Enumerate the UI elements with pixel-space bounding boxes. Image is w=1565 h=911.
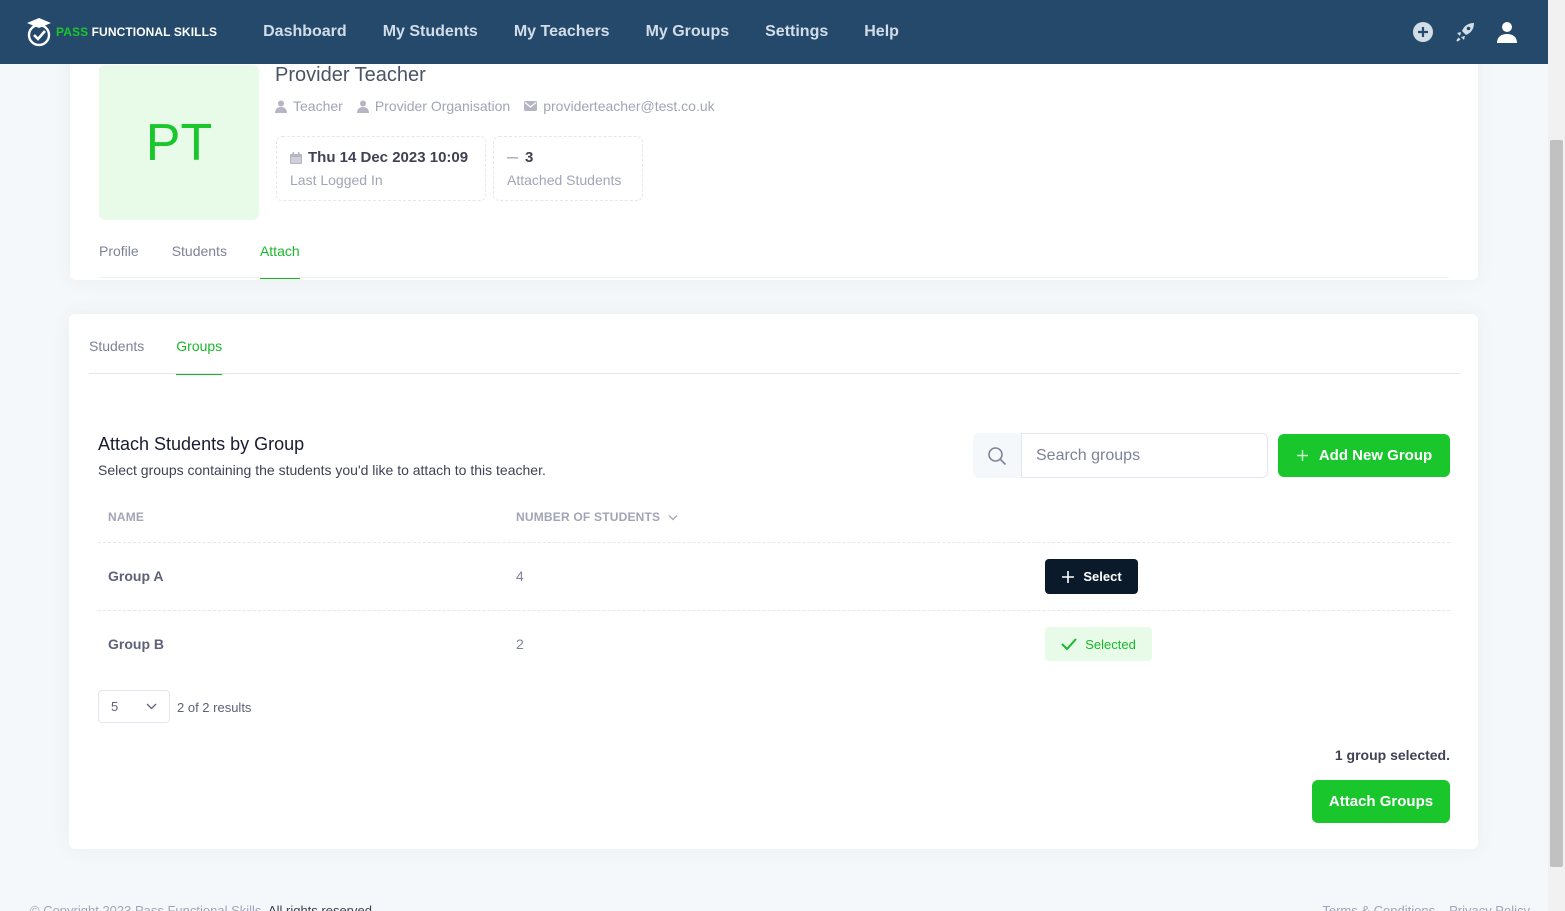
rocket-icon[interactable] (1454, 21, 1476, 43)
nav-my-teachers[interactable]: My Teachers (514, 23, 610, 41)
email-item: providerteacher@test.co.uk (524, 98, 715, 114)
page-size-select[interactable]: 5 (98, 690, 170, 723)
add-circle-icon[interactable] (1412, 21, 1434, 43)
last-logged-in-stat: Thu 14 Dec 2023 10:09 Last Logged In (276, 136, 486, 201)
page-scrollbar[interactable] (1548, 0, 1565, 911)
search-input[interactable] (1021, 433, 1268, 478)
top-navbar: PASS FUNCTIONAL SKILLS Dashboard My Stud… (0, 0, 1548, 64)
plus-icon (1062, 570, 1075, 583)
plus-icon (1296, 450, 1308, 461)
person-icon (356, 100, 369, 113)
attached-students-stat: 3 Attached Students (493, 136, 643, 201)
search-icon (973, 433, 1021, 478)
group-name: Group A (108, 568, 164, 584)
tabs-divider (99, 277, 1449, 278)
teacher-profile-card: PT Provider Teacher Teacher Provider Org… (70, 30, 1478, 280)
column-header-name[interactable]: NAME (108, 510, 144, 524)
person-icon (275, 100, 287, 113)
column-header-number-of-students[interactable]: NUMBER OF STUDENTS (516, 510, 678, 524)
subtab-students[interactable]: Students (89, 338, 144, 375)
add-new-group-button[interactable]: Add New Group (1278, 434, 1450, 477)
nav-dashboard[interactable]: Dashboard (263, 23, 347, 41)
selected-count: 1 group selected. (1334, 747, 1450, 763)
row-divider (98, 542, 1450, 543)
subtabs-divider (89, 373, 1460, 374)
teacher-name: Provider Teacher (275, 64, 426, 86)
nav-my-groups[interactable]: My Groups (646, 23, 730, 41)
logo-icon (27, 18, 51, 47)
group-student-count: 4 (516, 568, 524, 584)
group-selected-button[interactable]: Selected (1045, 627, 1152, 661)
copyright-text: © Copyright 2023 Pass Functional Skills. (30, 903, 266, 911)
search-groups (973, 433, 1268, 478)
group-student-count: 2 (516, 636, 524, 652)
section-title: Attach Students by Group (98, 434, 305, 454)
chevron-down-icon (668, 514, 678, 520)
user-account-icon[interactable] (1496, 21, 1518, 43)
group-name: Group B (108, 636, 164, 652)
section-subtitle: Select groups containing the students yo… (98, 462, 546, 478)
tab-students[interactable]: Students (172, 243, 227, 279)
attach-groups-card: Students Groups Attach Students by Group… (69, 314, 1478, 849)
attach-subtabs: Students Groups (89, 338, 223, 375)
envelope-icon (524, 101, 538, 111)
brand-name: PASS FUNCTIONAL SKILLS (56, 25, 218, 39)
role-item: Teacher (275, 98, 343, 114)
calendar-icon (290, 151, 302, 164)
organisation-item: Provider Organisation (356, 98, 510, 114)
results-count: 2 of 2 results (177, 700, 252, 715)
select-group-button[interactable]: Select (1045, 559, 1138, 594)
chevron-down-icon (146, 703, 157, 710)
tab-profile[interactable]: Profile (99, 243, 139, 279)
privacy-link[interactable]: Privacy Policy (1449, 903, 1530, 911)
subtab-groups[interactable]: Groups (176, 338, 223, 375)
nav-my-students[interactable]: My Students (383, 23, 478, 41)
terms-link[interactable]: Terms & Conditions (1322, 903, 1435, 911)
avatar: PT (99, 65, 259, 220)
tab-attach[interactable]: Attach (259, 243, 300, 279)
row-divider (98, 610, 1450, 611)
nav-settings[interactable]: Settings (765, 23, 828, 41)
teacher-meta: Teacher Provider Organisation providerte… (275, 98, 715, 114)
check-icon (1061, 638, 1077, 650)
attach-groups-button[interactable]: Attach Groups (1312, 780, 1450, 823)
profile-tabs: Profile Students Attach (99, 243, 300, 279)
brand-logo[interactable]: PASS FUNCTIONAL SKILLS (26, 16, 217, 48)
dash-icon (507, 156, 518, 159)
nav-help[interactable]: Help (864, 23, 899, 41)
footer: © Copyright 2023 Pass Functional Skills.… (30, 903, 1530, 911)
rights-text: All rights reserved. (267, 903, 376, 911)
scrollbar-thumb[interactable] (1550, 140, 1563, 867)
